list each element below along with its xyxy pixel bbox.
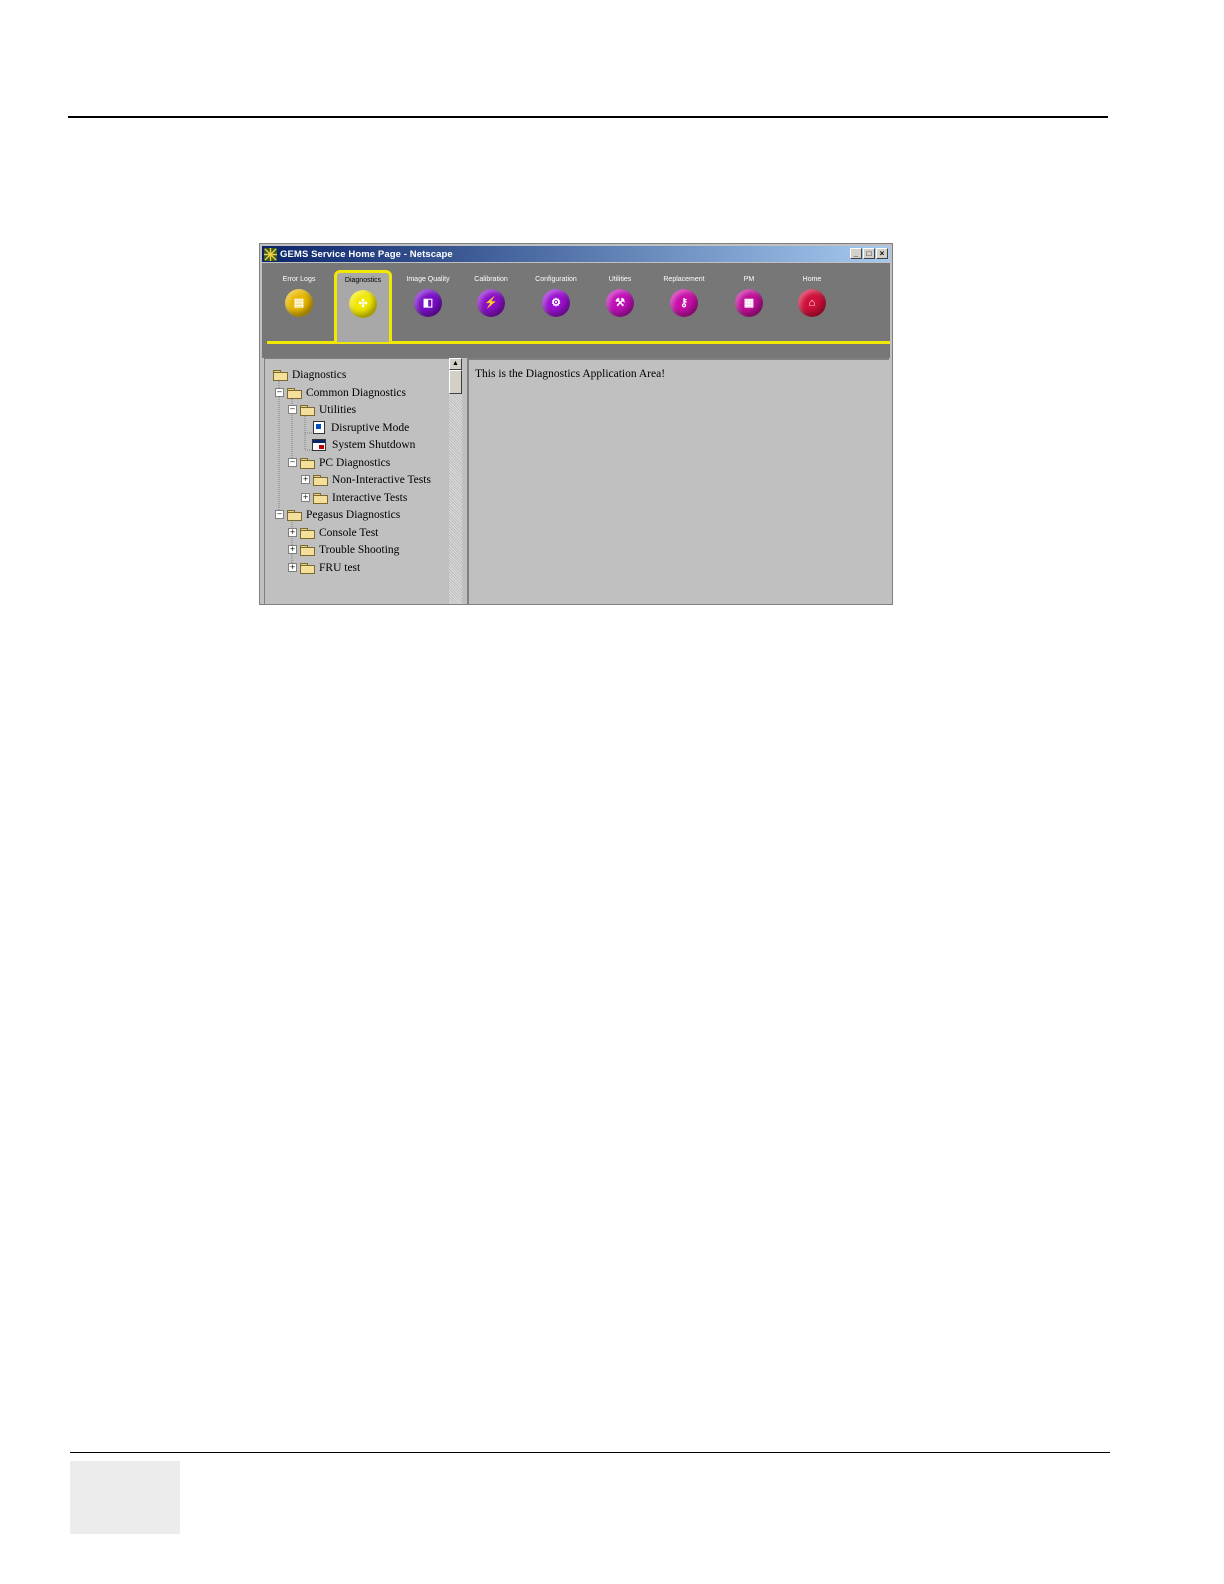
- tree-item-diagnostics[interactable]: Diagnostics: [273, 367, 346, 382]
- folder-icon: [300, 527, 315, 539]
- window-title: GEMS Service Home Page - Netscape: [280, 248, 453, 260]
- pm-icon: ▦: [735, 289, 763, 317]
- page-tab-box: [70, 1461, 180, 1534]
- application-area: This is the Diagnostics Application Area…: [467, 358, 889, 604]
- service-toolbar: Error Logs ▤ Diagnostics ✣ Image Quality…: [262, 263, 890, 358]
- collapse-icon[interactable]: −: [275, 388, 284, 397]
- tool-label: PM: [743, 276, 755, 283]
- scroll-up-icon[interactable]: ▲: [449, 358, 462, 370]
- tool-image-quality[interactable]: Image Quality ◧: [399, 269, 457, 317]
- tree-item-system-shutdown[interactable]: System Shutdown: [312, 437, 415, 452]
- tool-label: Calibration: [474, 276, 508, 283]
- expand-icon[interactable]: +: [288, 545, 297, 554]
- tool-replacement[interactable]: Replacement ⚷: [655, 269, 713, 317]
- tool-error-logs[interactable]: Error Logs ▤: [270, 269, 328, 317]
- folder-icon: [313, 492, 328, 504]
- tree-item-label: System Shutdown: [332, 438, 416, 451]
- configuration-icon: ⚙: [542, 289, 570, 317]
- tool-diagnostics[interactable]: Diagnostics ✣: [334, 270, 392, 342]
- home-icon: ⌂: [798, 289, 826, 317]
- netscape-icon: [264, 247, 277, 261]
- maximize-button[interactable]: □: [863, 248, 875, 259]
- tree-item-label: Trouble Shooting: [319, 543, 400, 556]
- tree-item-label: PC Diagnostics: [319, 456, 391, 469]
- window-icon: [312, 438, 326, 451]
- tool-label: Error Logs: [282, 276, 316, 283]
- calibration-icon: ⚡: [477, 289, 505, 317]
- tree-item-label: Interactive Tests: [332, 491, 408, 504]
- close-button[interactable]: ×: [876, 248, 888, 259]
- tool-label: Home: [802, 276, 822, 283]
- tree-item-pc-diagnostics[interactable]: − PC Diagnostics: [288, 455, 390, 470]
- expand-icon[interactable]: +: [288, 563, 297, 572]
- tree-item-utilities[interactable]: − Utilities: [288, 402, 356, 417]
- folder-icon: [300, 544, 315, 556]
- tree-item-pegasus-diagnostics[interactable]: − Pegasus Diagnostics: [275, 507, 400, 522]
- collapse-icon[interactable]: −: [275, 510, 284, 519]
- tree-item-label: Utilities: [319, 403, 357, 416]
- expand-icon[interactable]: +: [301, 475, 310, 484]
- browser-window: GEMS Service Home Page - Netscape _ □ × …: [259, 243, 893, 605]
- folder-open-icon: [273, 369, 288, 381]
- tool-pm[interactable]: PM ▦: [720, 269, 778, 317]
- utilities-icon: ⚒: [606, 289, 634, 317]
- tree-item-interactive-tests[interactable]: + Interactive Tests: [301, 490, 407, 505]
- tool-label: Utilities: [608, 276, 632, 283]
- tree-item-fru-test[interactable]: + FRU test: [288, 560, 360, 575]
- minimize-button[interactable]: _: [850, 248, 862, 259]
- tree-item-label: FRU test: [319, 561, 361, 574]
- tree-item-label: Disruptive Mode: [331, 421, 410, 434]
- tree-item-label: Console Test: [319, 526, 379, 539]
- tree-item-label: Pegasus Diagnostics: [306, 508, 401, 521]
- tree-item-label: Non-Interactive Tests: [332, 473, 431, 486]
- collapse-icon[interactable]: −: [288, 458, 297, 467]
- tree-item-common-diagnostics[interactable]: − Common Diagnostics: [275, 385, 406, 400]
- document-icon: [313, 421, 325, 434]
- diagnostics-icon: ✣: [349, 290, 377, 318]
- folder-open-icon: [287, 509, 302, 521]
- folder-icon: [300, 562, 315, 574]
- title-bar[interactable]: GEMS Service Home Page - Netscape _ □ ×: [262, 246, 890, 262]
- tool-calibration[interactable]: Calibration ⚡: [462, 269, 520, 317]
- tree-scrollbar[interactable]: ▲: [449, 358, 462, 604]
- tool-configuration[interactable]: Configuration ⚙: [527, 269, 585, 317]
- image-quality-icon: ◧: [414, 289, 442, 317]
- scroll-thumb[interactable]: [449, 370, 462, 394]
- tree-item-trouble-shooting[interactable]: + Trouble Shooting: [288, 542, 399, 557]
- tool-label: Diagnostics: [344, 277, 382, 284]
- log-icon: ▤: [285, 289, 313, 317]
- folder-open-icon: [300, 457, 315, 469]
- replacement-icon: ⚷: [670, 289, 698, 317]
- footer-rule: [70, 1452, 1110, 1453]
- tree-item-label: Common Diagnostics: [306, 386, 406, 399]
- tree-item-non-interactive-tests[interactable]: + Non-Interactive Tests: [301, 472, 431, 487]
- tool-label: Replacement: [663, 276, 705, 283]
- tool-label: Image Quality: [406, 276, 450, 283]
- expand-icon[interactable]: +: [288, 528, 297, 537]
- folder-open-icon: [287, 387, 302, 399]
- tree-item-disruptive-mode[interactable]: Disruptive Mode: [313, 420, 409, 435]
- diagnostics-tree: Diagnostics − Common Diagnostics − Utili…: [264, 358, 450, 604]
- tool-utilities[interactable]: Utilities ⚒: [591, 269, 649, 317]
- tree-item-label: Diagnostics: [292, 368, 347, 381]
- folder-icon: [313, 474, 328, 486]
- tool-home[interactable]: Home ⌂: [783, 269, 841, 317]
- collapse-icon[interactable]: −: [288, 405, 297, 414]
- tree-item-console-test[interactable]: + Console Test: [288, 525, 378, 540]
- folder-open-icon: [300, 404, 315, 416]
- header-rule: [68, 116, 1108, 118]
- application-area-text: This is the Diagnostics Application Area…: [475, 368, 666, 380]
- tool-label: Configuration: [535, 276, 577, 283]
- expand-icon[interactable]: +: [301, 493, 310, 502]
